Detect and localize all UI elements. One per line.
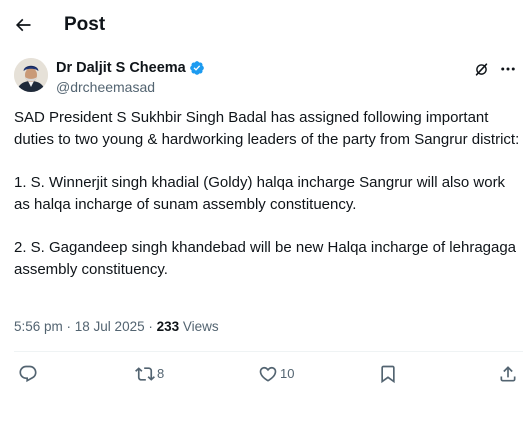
bookmark-icon (378, 364, 398, 384)
author-handle[interactable]: @drcheemasad (56, 78, 155, 96)
repost-count: 8 (157, 366, 165, 381)
post-meta: 5:56 pm · 18 Jul 2025 · 233 Views (14, 318, 219, 336)
views-label: Views (179, 319, 219, 334)
post-time[interactable]: 5:56 pm (14, 319, 63, 334)
share-button[interactable] (498, 362, 518, 386)
post-paragraph: SAD President S Sukhbir Singh Badal has … (14, 109, 520, 148)
meta-separator: · (62, 319, 75, 334)
repost-icon (135, 364, 155, 384)
like-button[interactable]: 10 (258, 362, 294, 386)
more-options-button[interactable] (497, 59, 519, 79)
like-count: 10 (280, 366, 295, 381)
post-date[interactable]: 18 Jul 2025 (75, 319, 145, 334)
post-paragraph: 1. S. Winnerjit singh khadial (Goldy) ha… (14, 174, 506, 213)
post-header: Post (0, 0, 523, 50)
grok-icon (473, 61, 490, 78)
page-title: Post (64, 14, 106, 35)
repost-button[interactable]: 8 (135, 362, 164, 386)
reply-button[interactable] (18, 362, 40, 386)
back-button[interactable] (8, 8, 38, 42)
post-paragraph: 2. S. Gagandeep singh khandebad will be … (14, 239, 517, 278)
heart-icon (258, 364, 278, 384)
divider (14, 351, 523, 352)
more-dots-icon (499, 60, 517, 78)
reply-icon (18, 364, 38, 384)
arrow-left-icon (13, 15, 33, 35)
verified-badge-icon (189, 60, 205, 76)
action-bar: 8 10 (14, 362, 523, 386)
views-count[interactable]: 233 (157, 319, 180, 334)
post-text: SAD President S Sukhbir Singh Badal has … (14, 107, 522, 280)
author-display-name[interactable]: Dr Daljit S Cheema (56, 59, 186, 77)
grok-button[interactable] (471, 59, 491, 79)
share-icon (498, 364, 518, 384)
meta-separator: · (144, 319, 157, 334)
avatar[interactable] (14, 58, 48, 92)
bookmark-button[interactable] (378, 362, 398, 386)
post-author: Dr Daljit S Cheema @drcheemasad (14, 58, 519, 100)
